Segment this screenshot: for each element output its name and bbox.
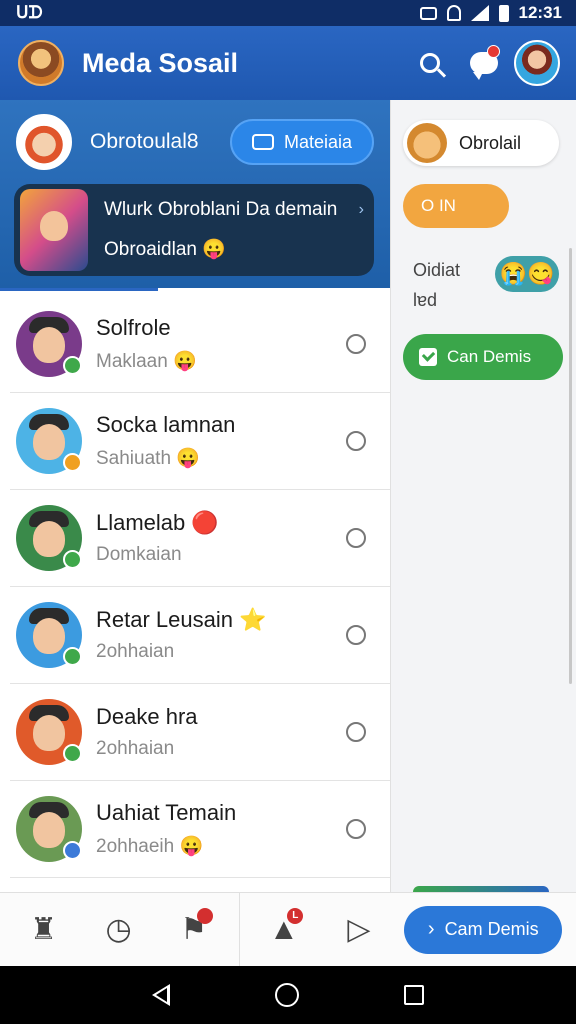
back-icon[interactable] (152, 984, 171, 1006)
arrow-right-icon: › (427, 918, 435, 940)
contact-row[interactable]: Socka lamnan Sahiuath 😛 (10, 393, 390, 490)
featured-thumbnail (20, 189, 88, 271)
side-profile-label: Obrolail (459, 132, 522, 153)
wifi-icon (446, 5, 461, 21)
side-text-line-2: lɐd (413, 290, 438, 310)
messages-button[interactable] (462, 41, 506, 85)
message-icon (251, 134, 274, 150)
person-icon: ♜ (30, 913, 57, 946)
contact-avatar (16, 505, 82, 571)
contact-status: 2ohhaian (96, 738, 175, 759)
announce-nav-button[interactable]: ⚑ (164, 900, 223, 960)
conversation-panel: Obrotoulal8 Mateiaia Wlurk Obroblani Da … (0, 100, 390, 892)
contact-avatar (16, 311, 82, 377)
contact-avatar (16, 602, 82, 668)
messages-badge (487, 45, 500, 58)
select-radio[interactable] (346, 819, 366, 839)
side-profile-chip[interactable]: Obrolail (403, 120, 559, 166)
online-badge-icon (63, 647, 82, 666)
contact-name: Uahiat Temain (96, 800, 237, 825)
featured-title: Wlurk Obroblani Da demain (104, 199, 338, 220)
app-logo-icon (18, 40, 64, 86)
contact-row[interactable]: Deake hra 2ohhaian (10, 684, 390, 781)
tab-indicator (0, 288, 158, 291)
history-nav-button[interactable]: ◷ (89, 900, 148, 960)
contact-name: Socka lamnan (96, 412, 236, 437)
profile-card: Obrotoulal8 Mateiaia Wlurk Obroblani Da … (0, 100, 390, 288)
join-label: O IN (421, 196, 456, 215)
bottom-toolbar: ♜ ◷ ⚑ ▲ L ▷ › Cam Demis (0, 892, 576, 967)
contact-avatar (16, 699, 82, 765)
home-icon[interactable] (274, 983, 299, 1007)
side-text-line-1: Oidiat (413, 260, 461, 280)
select-radio[interactable] (346, 625, 366, 645)
contact-status: 2ohhaian (96, 641, 175, 662)
search-icon (420, 53, 440, 73)
reaction-chip[interactable]: 😭😋 (495, 256, 559, 292)
contact-avatar (16, 796, 82, 862)
signal-icon (470, 5, 489, 21)
contact-status: 2ohhaeih 😛 (96, 836, 204, 857)
clock-icon: ◷ (105, 913, 132, 946)
alerts-nav-button[interactable]: ▲ L (254, 900, 313, 960)
contact-list: Solfrole Maklaan 😛 Socka lamnan Sahiuath 😛… (0, 296, 390, 878)
contact-row[interactable]: Uahiat Temain 2ohhaeih 😛 (10, 781, 390, 878)
profile-action-button[interactable]: Mateiaia (229, 119, 374, 165)
cam-demis-button[interactable]: › Cam Demis (404, 905, 563, 954)
status-left-text: ᑌᗪ (16, 3, 43, 22)
join-button[interactable]: O IN (403, 184, 509, 228)
play-bars-icon: ▷ (347, 913, 371, 946)
announce-badge (197, 907, 214, 924)
contact-avatar (16, 408, 82, 474)
check-icon (419, 348, 437, 366)
side-green-label: Can Demis (447, 347, 532, 366)
contact-status: Sahiuath 😛 (96, 448, 200, 469)
side-green-button[interactable]: Can Demis (403, 334, 563, 380)
side-scrollbar[interactable] (569, 248, 572, 684)
contact-row[interactable]: Retar Leusain ⭐ 2ohhaian (10, 587, 390, 684)
contact-status: Maklaan 😛 (96, 351, 197, 372)
app-header: Meda Sosail (0, 26, 576, 100)
featured-subtitle: Obroaidlan 😛 (104, 239, 226, 260)
select-radio[interactable] (346, 722, 366, 742)
chevron-right-icon: › (358, 201, 364, 218)
select-radio[interactable] (346, 431, 366, 451)
cat-avatar-icon (407, 123, 447, 163)
contact-row[interactable]: Solfrole Maklaan 😛 (10, 296, 390, 393)
status-time: 12:31 (518, 3, 562, 22)
online-badge-icon (63, 453, 82, 472)
cam-demis-label: Cam Demis (444, 919, 539, 939)
system-nav-bar (0, 966, 576, 1024)
contact-name: Solfrole (96, 315, 171, 340)
featured-conversation-card[interactable]: Wlurk Obroblani Da demain Obroaidlan 😛 › (14, 184, 374, 276)
app-title: Meda Sosail (82, 47, 239, 78)
contact-name: Llamelab 🔴 (96, 510, 219, 535)
contact-name: Retar Leusain ⭐ (96, 607, 267, 632)
online-badge-icon (63, 550, 82, 569)
toolbar-divider (239, 892, 241, 967)
online-badge-icon (63, 841, 82, 860)
profile-nav-button[interactable]: ♜ (14, 900, 73, 960)
search-button[interactable] (408, 41, 452, 85)
alerts-badge: L (287, 907, 304, 924)
select-radio[interactable] (346, 334, 366, 354)
user-avatar[interactable] (514, 40, 560, 86)
select-radio[interactable] (346, 528, 366, 548)
status-bar: ᑌᗪ 12:31 (0, 0, 576, 26)
contact-status: Domkaian (96, 544, 182, 565)
online-badge-icon (63, 744, 82, 763)
reaction-emoji-icon: 😭😋 (499, 261, 555, 286)
notification-icon (419, 6, 437, 20)
profile-name: Obrotoulal8 (90, 130, 199, 153)
contact-row[interactable]: Llamelab 🔴 Domkaian (10, 490, 390, 587)
battery-icon (498, 4, 509, 22)
side-panel: Obrolail O IN Oidiat lɐd 😭😋 Can Demis (390, 100, 576, 892)
profile-avatar[interactable] (16, 114, 72, 170)
contact-name: Deake hra (96, 704, 198, 729)
status-icons: 12:31 (419, 3, 562, 23)
profile-action-label: Mateiaia (283, 131, 352, 152)
media-nav-button[interactable]: ▷ (329, 900, 388, 960)
recents-icon[interactable] (403, 985, 424, 1005)
online-badge-icon (63, 356, 82, 375)
